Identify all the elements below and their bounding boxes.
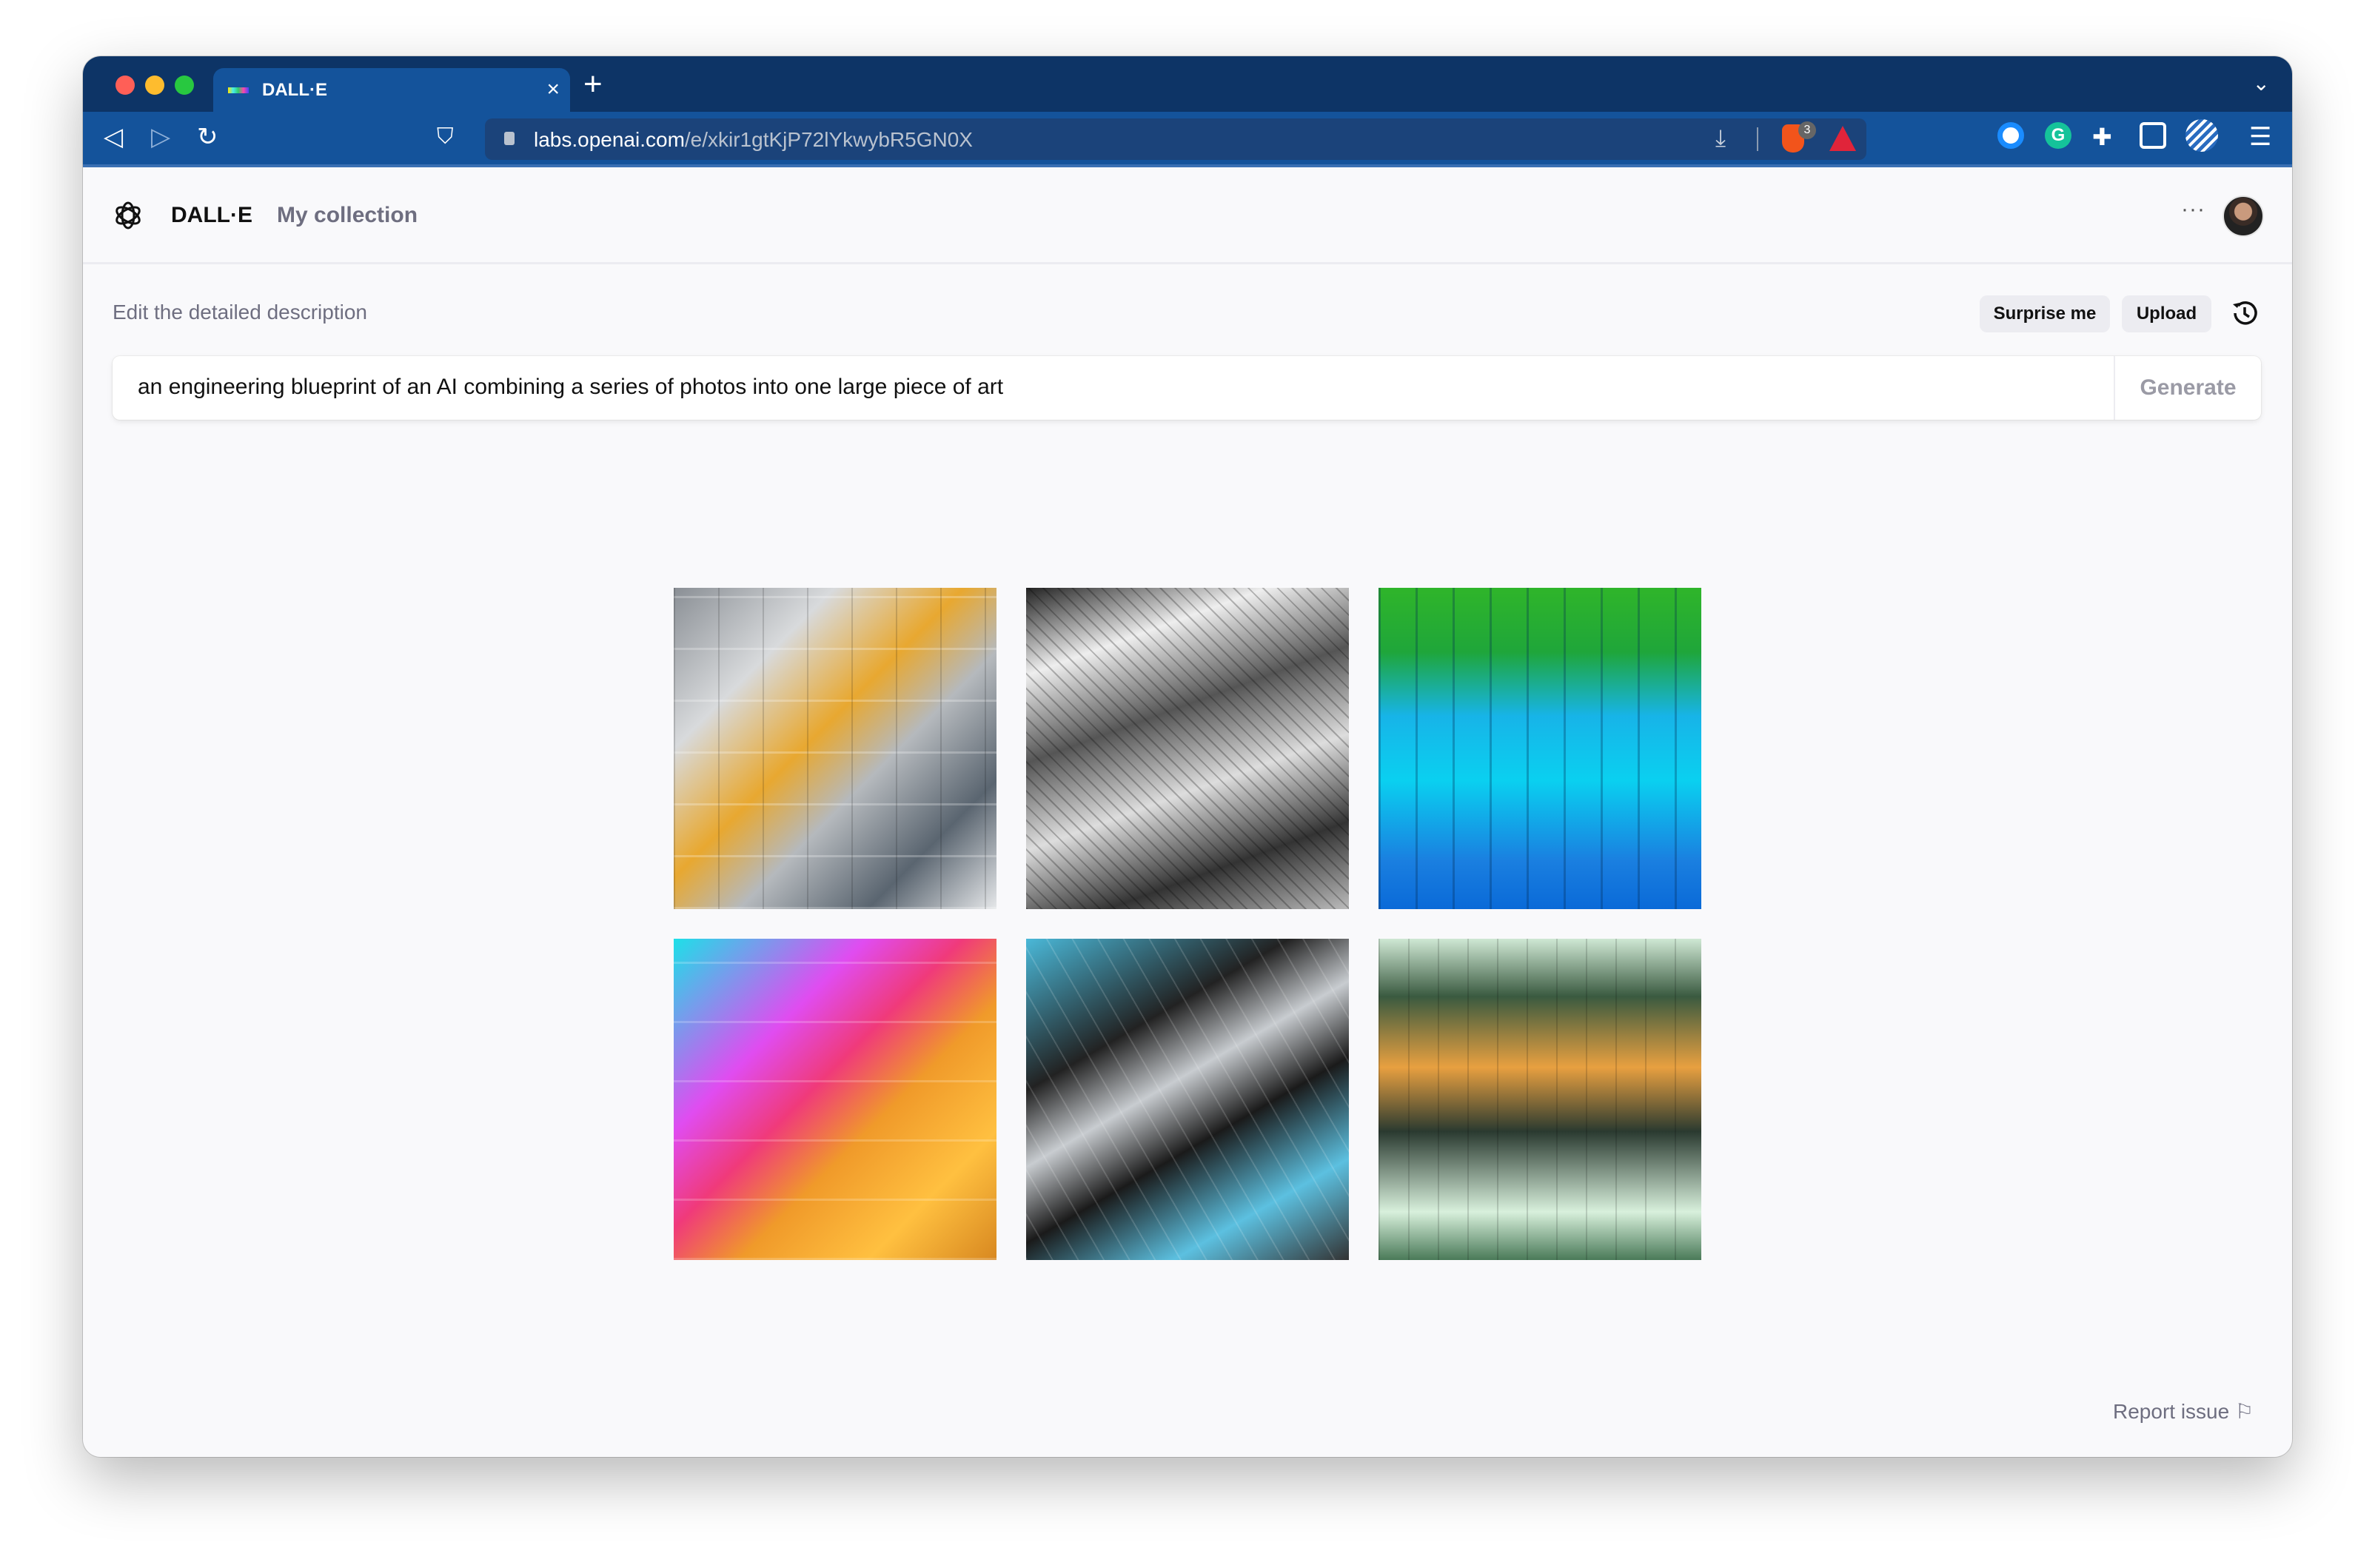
openai-logo-icon[interactable] [113,200,144,231]
browser-toolbar: ◁ ▷ ↻ ⛉ labs.openai.com/e/xkir1gtKjP72lY… [83,112,2292,167]
close-window-button[interactable] [115,76,135,95]
tab-dalle[interactable]: DALL·E × [213,68,570,113]
history-icon[interactable] [2228,297,2261,329]
brave-rewards-icon[interactable] [1829,126,1856,151]
brave-badge: 3 [1798,121,1816,139]
brand-link[interactable]: DALL·E [171,203,252,228]
back-icon[interactable]: ◁ [104,122,123,152]
prompt-text[interactable]: an engineering blueprint of an AI combin… [138,375,1003,400]
flag-icon: ⚐ [2234,1400,2254,1423]
result-image-5[interactable] [1026,939,1349,1260]
1password-icon[interactable] [1997,122,2024,149]
result-image-1[interactable] [674,588,996,909]
tab-close-icon[interactable]: × [546,77,560,102]
grammarly-icon[interactable]: G [2045,122,2071,149]
reload-icon[interactable]: ↻ [197,122,218,152]
download-icon[interactable]: ⤓ [1715,124,1726,153]
report-issue-link[interactable]: Report issue ⚐ [2113,1399,2254,1424]
result-image-4[interactable] [674,939,996,1260]
forward-icon[interactable]: ▷ [151,122,170,152]
wallet-icon[interactable] [2140,122,2166,149]
extensions-icon[interactable]: ✚ [2092,122,2112,152]
app-header: DALL·E My collection ··· [83,167,2292,264]
tab-list-chevron-icon[interactable]: ⌄ [2253,71,2270,96]
surprise-me-button[interactable]: Surprise me [1980,295,2110,332]
browser-window: DALL·E × + ⌄ ◁ ▷ ↻ ⛉ labs.openai.com/e/x… [83,56,2292,1457]
lock-icon [504,132,515,145]
my-collection-link[interactable]: My collection [277,203,418,228]
new-tab-button[interactable]: + [583,68,603,101]
profile-icon[interactable] [2185,119,2218,152]
editor-label: Edit the detailed description [113,301,367,324]
dalle-favicon-icon [228,87,249,93]
result-image-6[interactable] [1379,939,1701,1260]
result-image-3[interactable] [1379,588,1701,909]
menu-icon[interactable]: ☰ [2249,122,2271,152]
upload-button[interactable]: Upload [2122,295,2211,332]
prompt-input[interactable]: an engineering blueprint of an AI combin… [113,356,2261,420]
address-bar[interactable]: labs.openai.com/e/xkir1gtKjP72lYkwybR5GN… [485,118,1866,160]
more-options-button[interactable]: ··· [2181,197,2205,222]
avatar[interactable] [2222,195,2264,237]
tab-title: DALL·E [262,80,327,100]
generate-button[interactable]: Generate [2114,356,2261,420]
result-image-2[interactable] [1026,588,1349,909]
tab-bar: DALL·E × + ⌄ [83,56,2292,113]
url-text: labs.openai.com/e/xkir1gtKjP72lYkwybR5GN… [534,128,973,151]
divider [1757,127,1758,151]
maximize-window-button[interactable] [175,76,194,95]
report-issue-label: Report issue [2113,1400,2230,1423]
minimize-window-button[interactable] [145,76,164,95]
bookmark-icon[interactable]: ⛉ [437,122,454,152]
